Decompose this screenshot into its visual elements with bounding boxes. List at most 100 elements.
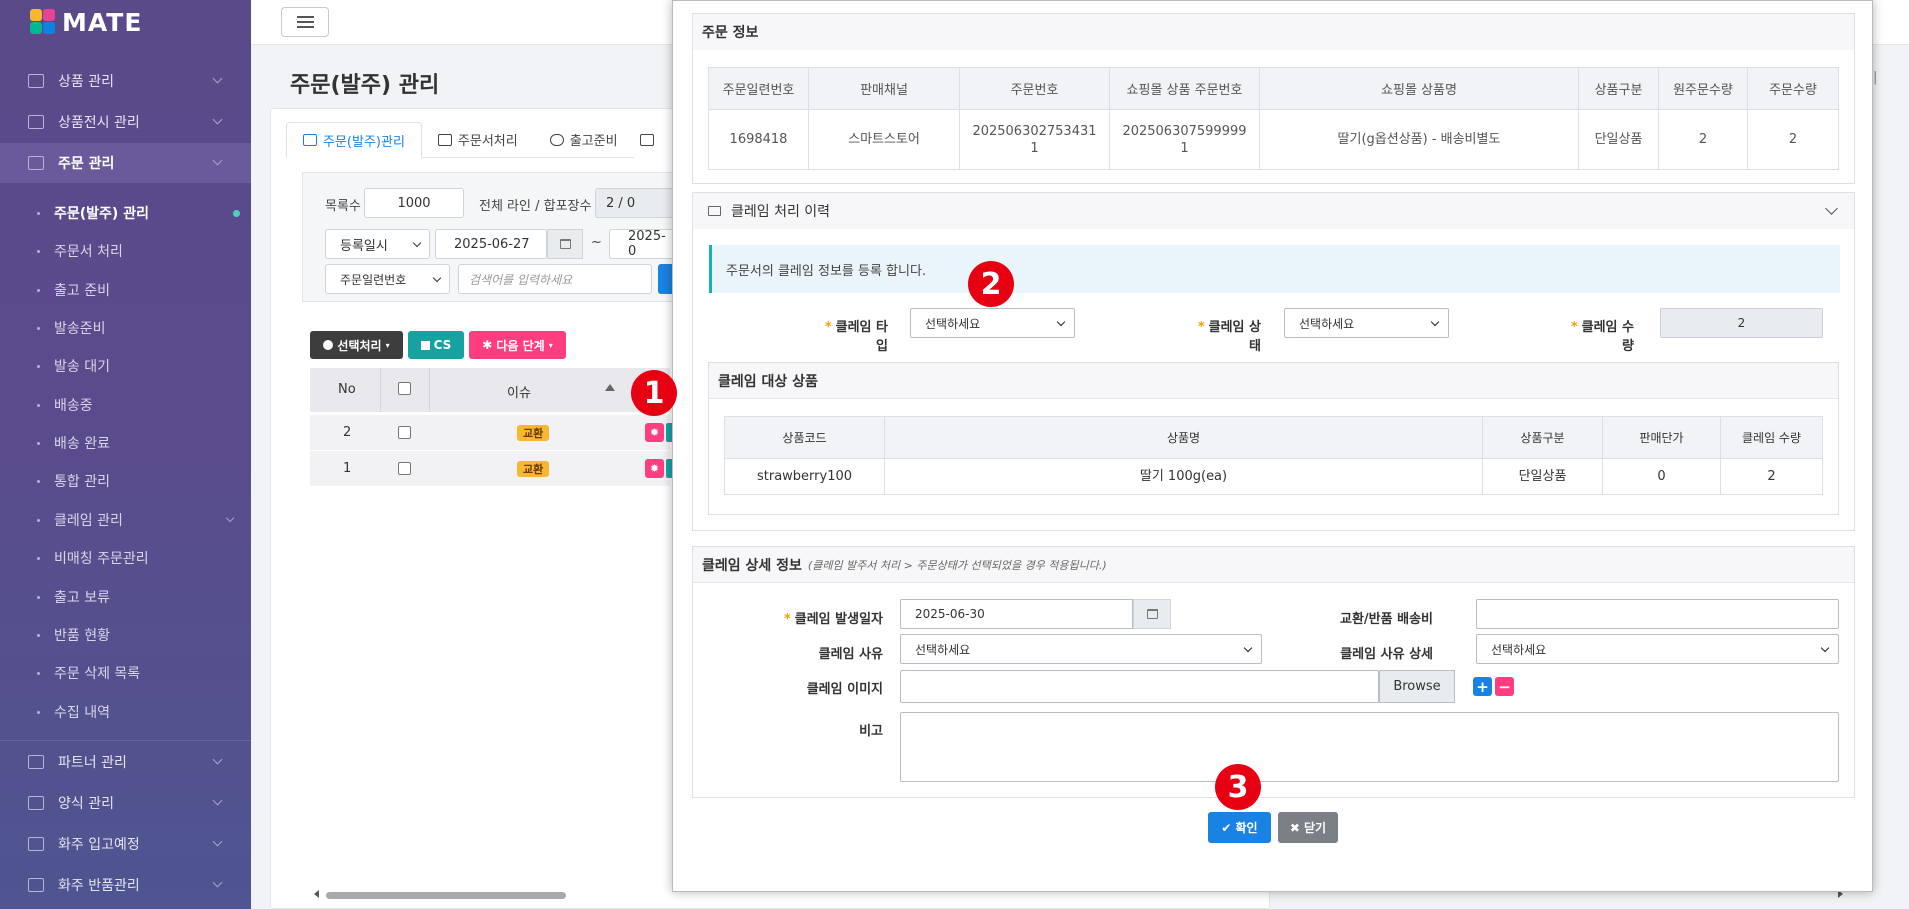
sidebar-sub-order-management[interactable]: 주문(발주) 관리: [37, 203, 149, 223]
tab-order-management[interactable]: 주문(발주)관리: [286, 122, 422, 158]
app-logo[interactable]: MATE: [30, 6, 142, 38]
remove-image-button[interactable]: −: [1495, 677, 1514, 696]
table-row[interactable]: 1 교환 ✹: [310, 451, 672, 487]
search-input[interactable]: 검색어를 입력하세요: [458, 264, 652, 294]
label-text: 클레임 발생일자: [794, 612, 883, 627]
claim-status-label: * 클레임 상태: [1197, 320, 1261, 354]
sidebar-item-partners[interactable]: 파트너 관리: [0, 742, 251, 782]
display-icon: [28, 115, 44, 129]
sidebar-sub-collection-history[interactable]: 수집 내역: [37, 702, 110, 722]
sidebar-item-label: 상품 관리: [58, 74, 114, 90]
claim-detail-subtitle: (클레임 발주서 처리 > 주문상태가 선택되었을 경우 적용됩니다.): [807, 558, 1107, 572]
claim-products-table: 상품코드 상품명 상품구분 판매단가 클레임 수량 strawberry100 …: [724, 416, 1823, 495]
sidebar-sub-claims[interactable]: 클레임 관리: [37, 510, 235, 530]
bullet-icon: [37, 710, 40, 714]
scroll-left-icon[interactable]: [314, 890, 319, 898]
memo-textarea[interactable]: [900, 712, 1839, 782]
row-checkbox[interactable]: [398, 426, 411, 439]
bullet-icon: [37, 479, 40, 483]
sidebar-sub-shipping-wait[interactable]: 발송 대기: [37, 356, 110, 376]
claim-type-select[interactable]: 선택하세요: [910, 308, 1075, 338]
mall-order-number: 2025063075999991: [1109, 109, 1260, 170]
scrollbar-thumb[interactable]: [326, 892, 566, 899]
chevron-down-icon: [432, 273, 442, 283]
sidebar-sub-deleted-orders[interactable]: 주문 삭제 목록: [37, 663, 140, 683]
col-header: 상품구분: [1578, 67, 1659, 110]
flower-icon[interactable]: ✹: [645, 423, 664, 442]
chevron-down-icon: [1056, 317, 1066, 327]
bullet-icon: [37, 441, 40, 445]
step-marker-3: 3: [1215, 764, 1261, 810]
calendar-icon[interactable]: [547, 229, 583, 259]
sidebar-item-label: 양식 관리: [58, 796, 114, 812]
sidebar-sub-in-delivery[interactable]: 배송중: [37, 395, 93, 415]
row-checkbox[interactable]: [398, 462, 411, 475]
sidebar-sub-label: 수집 내역: [54, 705, 110, 721]
claim-history-section[interactable]: 클레임 처리 이력: [692, 192, 1855, 229]
chevron-down-icon: [1820, 643, 1830, 653]
claim-image-input[interactable]: [900, 670, 1379, 703]
sidebar-sub-release-prep[interactable]: 출고 준비: [37, 280, 110, 300]
chevron-down-icon: [212, 114, 223, 125]
claim-date-input[interactable]: 2025-06-30: [900, 599, 1133, 629]
browse-button[interactable]: Browse: [1379, 670, 1455, 703]
tab-more[interactable]: [634, 122, 660, 158]
sidebar-sub-order-processing[interactable]: 주문서 처리: [37, 241, 123, 261]
sidebar-sub-release-hold[interactable]: 출고 보류: [37, 587, 110, 607]
shipping-cost-input[interactable]: [1476, 599, 1839, 629]
cs-button[interactable]: CS: [408, 331, 464, 359]
sidebar-item-inbound[interactable]: 화주 입고예정: [0, 824, 251, 864]
product-type: 단일상품: [1482, 458, 1603, 495]
active-indicator-icon: [233, 210, 240, 217]
order-info-title: 주문 정보: [693, 14, 1854, 50]
tab-label: 주문(발주)관리: [323, 134, 405, 150]
bullet-icon: [37, 249, 40, 253]
add-image-button[interactable]: +: [1473, 677, 1492, 696]
chevron-down-icon: [225, 513, 235, 523]
tab-order-processing[interactable]: 주문서처리: [421, 122, 534, 158]
date-type-select[interactable]: 등록일시: [325, 229, 430, 259]
cart-icon: [28, 156, 44, 170]
claim-status-select[interactable]: 선택하세요: [1284, 308, 1449, 338]
select-value: 선택하세요: [915, 642, 971, 657]
claim-qty-label: * 클레임 수량: [1570, 320, 1634, 354]
page-edge-text: |: [1873, 70, 1878, 85]
sidebar-sub-integrated[interactable]: 통합 관리: [37, 471, 110, 491]
bullet-icon: [37, 288, 40, 292]
col-header: 쇼핑몰 상품명: [1259, 67, 1579, 110]
list-count-input[interactable]: 1000: [364, 188, 464, 218]
sidebar-item-products[interactable]: 상품 관리: [0, 61, 251, 101]
claim-reason-select[interactable]: 선택하세요: [900, 634, 1262, 664]
sidebar-sub-returns[interactable]: 반품 현황: [37, 625, 110, 645]
table-row[interactable]: 2 교환 ✹: [310, 415, 672, 451]
tab-release-prep[interactable]: 출고준비: [533, 122, 634, 158]
chevron-down-icon: [212, 836, 223, 847]
claim-detail-header: 클레임 상세 정보 (클레임 발주서 처리 > 주문상태가 선택되었을 경우 적…: [693, 547, 1854, 583]
next-step-button[interactable]: ✱ 다음 단계 ▾: [469, 331, 566, 359]
flower-icon[interactable]: ✹: [645, 459, 664, 478]
sidebar-item-forms[interactable]: 양식 관리: [0, 783, 251, 823]
claim-reason-label: 클레임 사유: [818, 647, 883, 662]
sidebar-item-shipper-returns[interactable]: 화주 반품관리: [0, 865, 251, 905]
sort-asc-icon[interactable]: [605, 384, 615, 391]
horizontal-scrollbar[interactable]: [310, 888, 670, 900]
sidebar-item-product-display[interactable]: 상품전시 관리: [0, 102, 251, 142]
sidebar-sub-label: 비매칭 주문관리: [54, 551, 149, 567]
sidebar-item-orders[interactable]: 주문 관리: [0, 143, 251, 183]
sidebar-sub-delivered[interactable]: 배송 완료: [37, 433, 110, 453]
sidebar-sub-shipping-prep[interactable]: 발송준비: [37, 318, 106, 338]
select-process-button[interactable]: 선택처리 ▾: [310, 331, 403, 359]
select-all-checkbox[interactable]: [398, 382, 411, 395]
sidebar-sub-label: 발송준비: [54, 321, 106, 337]
close-button[interactable]: ✖ 닫기: [1278, 812, 1338, 843]
asterisk-icon: ✱: [482, 338, 493, 352]
confirm-button[interactable]: ✔ 확인: [1208, 812, 1271, 843]
menu-toggle-button[interactable]: [281, 7, 329, 37]
claim-reason-detail-select[interactable]: 선택하세요: [1476, 634, 1839, 664]
sidebar-sub-label: 출고 준비: [54, 283, 110, 299]
search-type-select[interactable]: 주문일련번호: [325, 264, 450, 294]
date-from-input[interactable]: 2025-06-27: [435, 229, 547, 259]
claim-qty-input: 2: [1660, 308, 1823, 338]
sidebar-sub-unmatched[interactable]: 비매칭 주문관리: [37, 548, 149, 568]
calendar-icon[interactable]: [1133, 599, 1171, 629]
